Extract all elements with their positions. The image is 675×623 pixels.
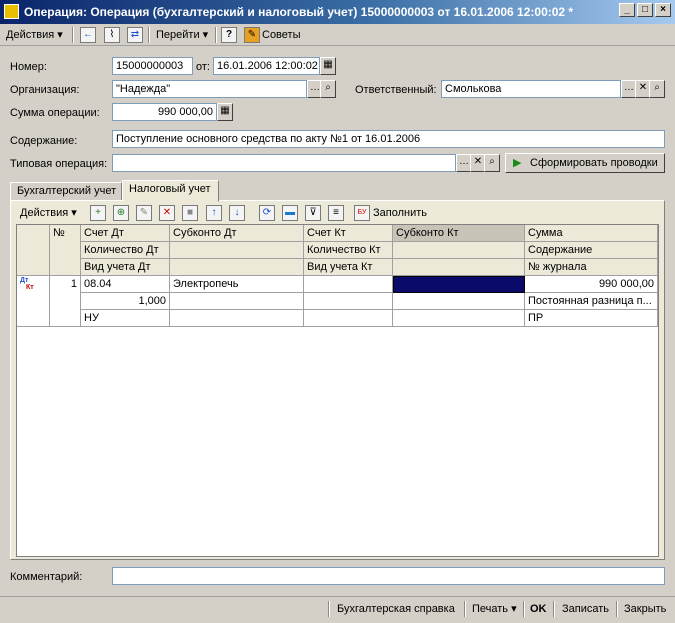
inner-toolbar: Действия ▾ + ⊕ ✎ ✕ ■ ↑ ↓ ⟳ ▬ ⊽ ≡ БУ Запо…	[16, 203, 659, 223]
report-button[interactable]: Бухгалтерская справка	[337, 600, 455, 618]
org-search-icon[interactable]: ⌕	[320, 80, 336, 98]
print-menu[interactable]: Печать ▾	[472, 600, 517, 618]
postings-table[interactable]: № Счет Дт Субконто Дт Счет Кт Субконто К…	[16, 224, 659, 557]
actions-menu[interactable]: Действия ▾	[6, 26, 63, 44]
cell-empty	[393, 293, 525, 310]
header-empty	[393, 242, 525, 259]
typical-search-icon[interactable]: ⌕	[484, 154, 500, 172]
close-window-button[interactable]: ×	[655, 3, 671, 17]
back-arrow-icon[interactable]: ←	[80, 27, 96, 43]
help-icon[interactable]: ?	[221, 27, 237, 43]
refresh-icon[interactable]: ⇄	[127, 27, 143, 43]
cell-account-kt[interactable]	[304, 276, 393, 293]
cell-subconto-kt-selected[interactable]	[393, 276, 525, 293]
cell-account-dt[interactable]: 08.04	[81, 276, 170, 293]
typical-field[interactable]	[112, 154, 456, 172]
tabs: Бухгалтерский учет Налоговый учет	[10, 180, 310, 202]
header-account-dt[interactable]: Счет Дт	[81, 225, 170, 242]
cell-empty	[170, 293, 304, 310]
org-label: Организация:	[10, 84, 80, 96]
move-up-icon[interactable]: ↑	[206, 205, 222, 221]
header-empty	[170, 259, 304, 276]
header-kind-dt[interactable]: Вид учета Дт	[81, 259, 170, 276]
filter-icon[interactable]: ⊽	[305, 205, 321, 221]
sum-field[interactable]: 990 000,00	[112, 103, 217, 121]
date-label: от:	[196, 61, 210, 73]
cell-empty	[170, 310, 304, 327]
maximize-button[interactable]: □	[637, 3, 653, 17]
minimize-button[interactable]: _	[619, 3, 635, 17]
inner-actions-menu[interactable]: Действия ▾	[20, 204, 77, 222]
sum-label: Сумма операции:	[10, 107, 100, 119]
move-down-icon[interactable]: ↓	[229, 205, 245, 221]
copy-row-icon[interactable]: ⊕	[113, 205, 129, 221]
edit-row-icon[interactable]: ✎	[136, 205, 152, 221]
structure-icon[interactable]: ⌇	[104, 27, 120, 43]
app-icon	[4, 4, 19, 19]
play-icon: ▶	[513, 157, 522, 169]
content-field[interactable]: Поступление основного средства по акту №…	[112, 130, 665, 148]
tips-icon[interactable]: ✎	[244, 27, 260, 43]
cell-subconto-dt[interactable]: Электропечь	[170, 276, 304, 293]
calculator-icon[interactable]: ▦	[217, 103, 233, 121]
header-qty-kt[interactable]: Количество Кт	[304, 242, 393, 259]
close-button[interactable]: Закрыть	[624, 600, 666, 618]
typical-label: Типовая операция:	[10, 158, 108, 170]
tab-accounting[interactable]: Бухгалтерский учет	[10, 182, 122, 201]
edit-mode-icon[interactable]: ▬	[282, 205, 298, 221]
add-row-icon[interactable]: +	[90, 205, 106, 221]
header-journal[interactable]: № журнала	[525, 259, 658, 276]
save-button[interactable]: Записать	[562, 600, 609, 618]
header-empty	[393, 259, 525, 276]
header-empty	[170, 242, 304, 259]
tips-button[interactable]: Советы	[262, 26, 300, 44]
header-num[interactable]: №	[50, 225, 81, 276]
bottom-bar: Бухгалтерская справка Печать ▾ OK Записа…	[0, 596, 675, 620]
org-field[interactable]: "Надежда"	[112, 80, 307, 98]
header-kind-kt[interactable]: Вид учета Кт	[304, 259, 393, 276]
header-icon-col	[17, 225, 50, 276]
cell-empty	[393, 310, 525, 327]
tab-tax[interactable]: Налоговый учет	[122, 180, 219, 202]
header-subconto-dt[interactable]: Субконто Дт	[170, 225, 304, 242]
number-field[interactable]: 15000000003	[112, 57, 193, 75]
row-type-icon: Дт Кт	[17, 276, 50, 327]
generate-postings-button[interactable]: ▶ Сформировать проводки	[505, 153, 665, 173]
ok-button[interactable]: OK	[530, 600, 547, 618]
date-field[interactable]: 16.01.2006 12:00:02	[213, 57, 320, 75]
comment-label: Комментарий:	[10, 571, 83, 583]
content-label: Содержание:	[10, 135, 78, 147]
cell-content[interactable]: Постоянная разница п...	[525, 293, 658, 310]
cell-qty-kt[interactable]	[304, 293, 393, 310]
cell-journal[interactable]: ПР	[525, 310, 658, 327]
header-account-kt[interactable]: Счет Кт	[304, 225, 393, 242]
comment-field[interactable]	[112, 567, 665, 585]
end-edit-icon[interactable]: ■	[182, 205, 198, 221]
calendar-icon[interactable]: ▦	[320, 57, 336, 75]
list-icon[interactable]: ≡	[328, 205, 344, 221]
fill-icon[interactable]: БУ	[354, 205, 370, 221]
header-content[interactable]: Содержание	[525, 242, 658, 259]
header-qty-dt[interactable]: Количество Дт	[81, 242, 170, 259]
number-label: Номер:	[10, 61, 47, 73]
main-toolbar: Действия ▾ ← ⌇ ⇄ Перейти ▾ ? ✎ Советы	[0, 24, 675, 46]
resp-search-icon[interactable]: ⌕	[649, 80, 665, 98]
cell-kind-kt[interactable]	[304, 310, 393, 327]
header-sum[interactable]: Сумма	[525, 225, 658, 242]
delete-row-icon[interactable]: ✕	[159, 205, 175, 221]
window-title: Операция: Операция (бухгалтерский и нало…	[24, 5, 574, 19]
sync-icon[interactable]: ⟳	[259, 205, 275, 221]
goto-menu[interactable]: Перейти ▾	[156, 26, 208, 44]
cell-kind-dt[interactable]: НУ	[81, 310, 170, 327]
fill-button[interactable]: Заполнить	[373, 204, 427, 222]
row-num[interactable]: 1	[50, 276, 81, 327]
cell-sum[interactable]: 990 000,00	[525, 276, 658, 293]
header-subconto-kt[interactable]: Субконто Кт	[393, 225, 525, 242]
title-bar: Операция: Операция (бухгалтерский и нало…	[0, 0, 675, 24]
resp-field[interactable]: Смолькова	[441, 80, 621, 98]
resp-label: Ответственный:	[355, 84, 437, 96]
cell-qty-dt[interactable]: 1,000	[81, 293, 170, 310]
